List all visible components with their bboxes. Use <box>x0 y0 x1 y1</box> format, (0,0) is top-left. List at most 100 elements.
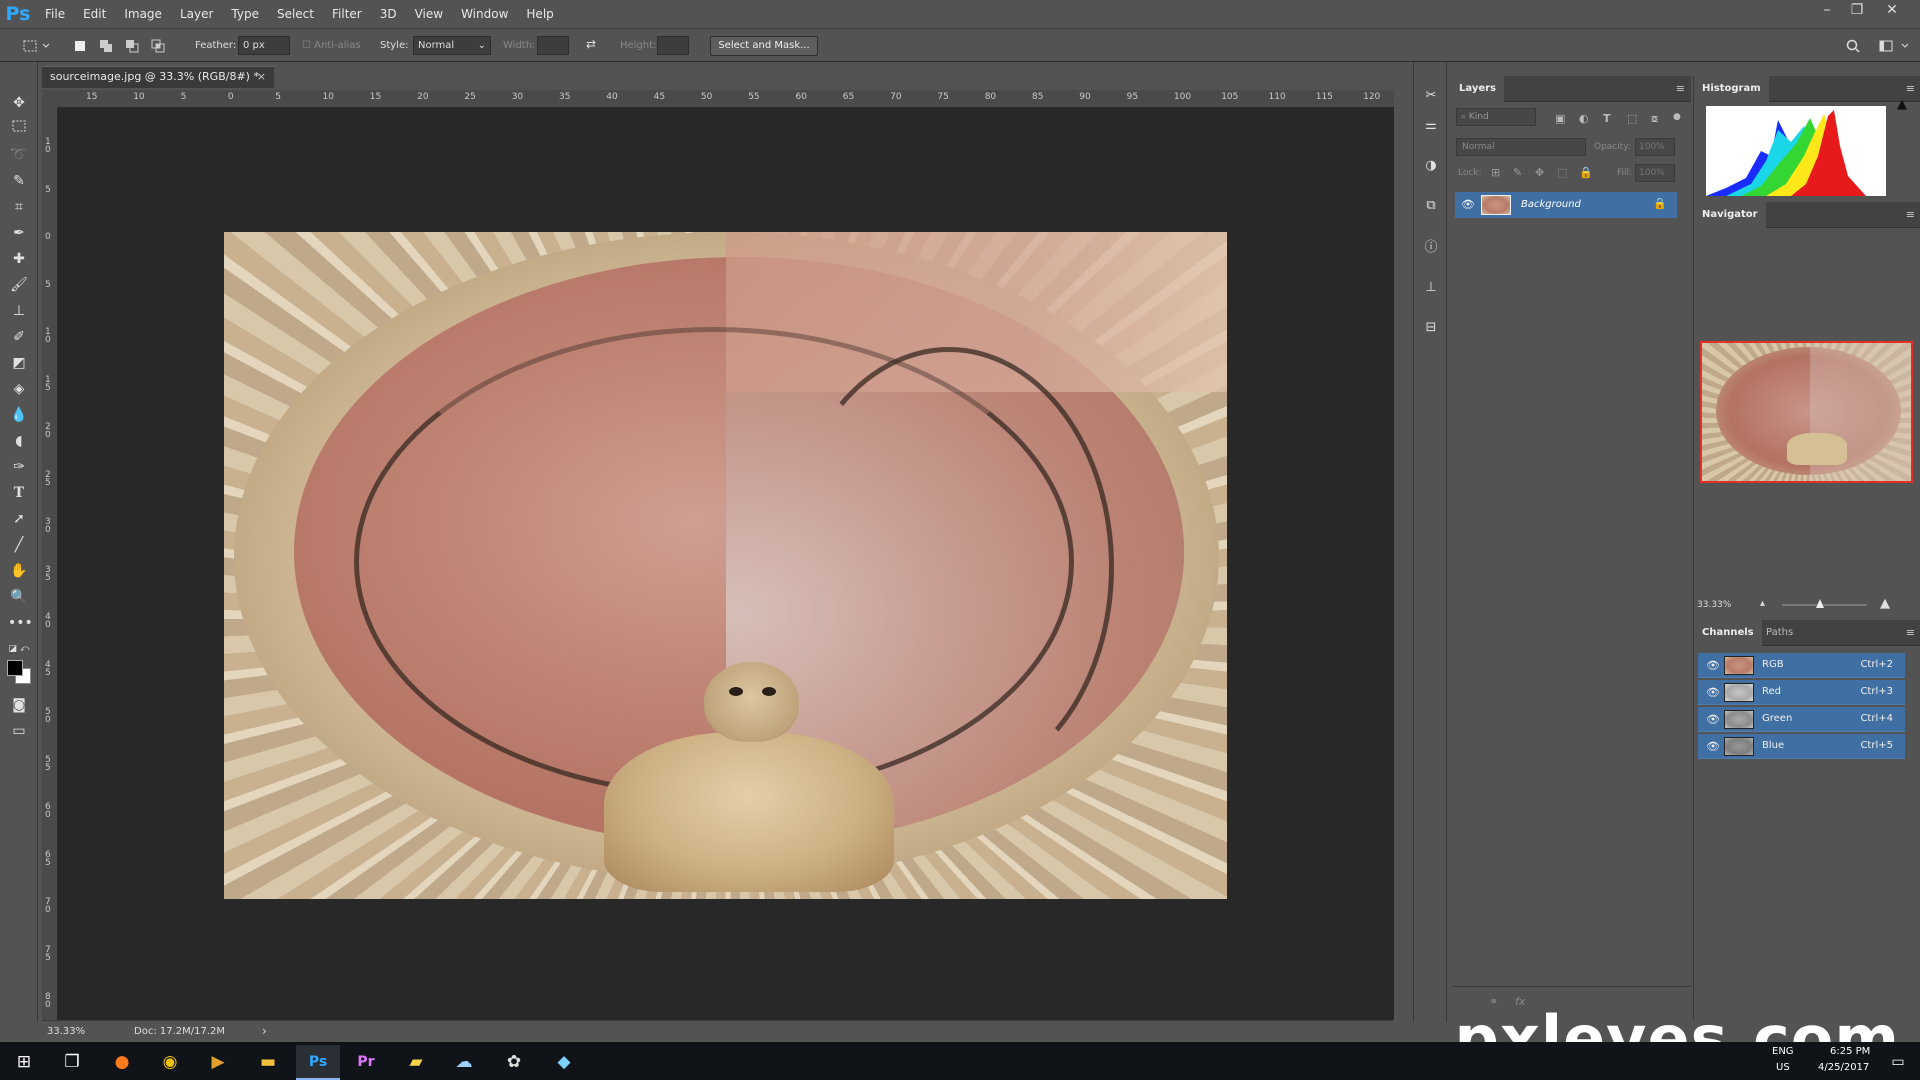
tab-layers[interactable]: Layers <box>1451 76 1504 102</box>
search-icon[interactable] <box>1845 38 1861 54</box>
filter-kind-select[interactable]: ⌕ Kind <box>1456 108 1536 126</box>
styles-icon[interactable]: ⧉ <box>1421 196 1441 216</box>
tool-presets-icon[interactable]: ✂ <box>1421 86 1441 106</box>
clone-source-icon[interactable]: ⊥ <box>1421 278 1441 298</box>
filter-pixel-icon[interactable]: ▣ <box>1555 112 1565 125</box>
visibility-eye-icon[interactable]: 👁 <box>1706 740 1720 753</box>
select-and-mask-button[interactable]: Select and Mask... <box>710 36 818 56</box>
more-tools-icon[interactable]: ••• <box>8 612 33 634</box>
add-selection-icon[interactable] <box>98 38 114 54</box>
style-select[interactable]: Normal ⌄ <box>413 36 491 55</box>
panel-menu-icon[interactable]: ≡ <box>1676 82 1685 95</box>
input-language[interactable]: ENG <box>1772 1046 1794 1057</box>
zoom-tool-icon[interactable]: 🔍 <box>8 586 30 608</box>
zoom-out-icon[interactable]: ▴ <box>1760 598 1765 609</box>
filter-adjustment-icon[interactable]: ◐ <box>1579 112 1589 125</box>
document-image[interactable] <box>224 232 1227 899</box>
panel-menu-icon[interactable]: ≡ <box>1906 626 1915 639</box>
eyedropper-tool-icon[interactable]: ✒ <box>8 222 30 244</box>
menu-window[interactable]: Window <box>452 0 517 28</box>
vertical-ruler[interactable]: 1 0 5 0 5 1 0 1 5 2 0 2 5 3 0 3 5 4 0 4 5 5 0 5 5 6 0 6… <box>42 108 58 1020</box>
clone-stamp-tool-icon[interactable]: ⊥ <box>8 300 30 322</box>
firefox-icon[interactable]: ● <box>104 1047 140 1077</box>
zoom-in-icon[interactable]: ▲ <box>1880 596 1890 611</box>
navigator-preview[interactable] <box>1700 341 1913 483</box>
photoshop-taskbar-icon[interactable]: Ps <box>300 1047 336 1077</box>
line-tool-icon[interactable]: ╱ <box>8 534 30 556</box>
menu-select[interactable]: Select <box>268 0 323 28</box>
tab-channels[interactable]: Channels <box>1694 620 1762 646</box>
eraser-tool-icon[interactable]: ◩ <box>8 352 30 374</box>
channel-row-red[interactable]: 👁 Red Ctrl+3 <box>1698 680 1905 705</box>
ruler-origin[interactable] <box>42 90 58 108</box>
channel-row-rgb[interactable]: 👁 RGB Ctrl+2 <box>1698 653 1905 678</box>
filter-toggle-icon[interactable]: ● <box>1673 112 1681 122</box>
menu-image[interactable]: Image <box>115 0 171 28</box>
navigator-zoom-value[interactable]: 33.33% <box>1697 600 1731 610</box>
chrome-icon[interactable]: ◉ <box>152 1047 188 1077</box>
fill-input[interactable]: 100% <box>1635 164 1675 182</box>
sticky-notes-icon[interactable]: ▰ <box>398 1047 434 1077</box>
pen-tool-icon[interactable]: ✑ <box>8 456 30 478</box>
menu-3d[interactable]: 3D <box>371 0 406 28</box>
document-tab[interactable]: sourceimage.jpg @ 33.3% (RGB/8#) * × <box>42 66 274 88</box>
tab-navigator[interactable]: Navigator <box>1694 202 1766 228</box>
clock-time[interactable]: 6:25 PM <box>1830 1046 1870 1057</box>
opacity-input[interactable]: 100% <box>1635 138 1675 156</box>
clock-date[interactable]: 4/25/2017 <box>1818 1062 1869 1073</box>
intersect-selection-icon[interactable] <box>150 38 166 54</box>
menu-help[interactable]: Help <box>517 0 562 28</box>
quick-mask-icon[interactable]: ◙ <box>8 694 30 716</box>
status-menu-arrow[interactable]: › <box>262 1024 267 1038</box>
file-explorer-icon[interactable]: ▬ <box>250 1047 286 1077</box>
adjustments-icon[interactable]: ⚌ <box>1421 116 1441 136</box>
panel-menu-icon[interactable]: ≡ <box>1906 208 1915 221</box>
filter-smart-object-icon[interactable]: ⧇ <box>1651 112 1658 126</box>
channel-row-blue[interactable]: 👁 Blue Ctrl+5 <box>1698 734 1905 759</box>
path-select-tool-icon[interactable]: ➚ <box>8 508 30 530</box>
tab-histogram[interactable]: Histogram <box>1694 76 1769 102</box>
histogram-warning-icon[interactable]: ▲ <box>1897 97 1907 112</box>
color-icon[interactable]: ◑ <box>1421 156 1441 176</box>
marquee-tool-icon[interactable] <box>8 118 30 140</box>
task-view-icon[interactable]: ❐ <box>54 1047 90 1077</box>
type-tool-icon[interactable]: T <box>8 482 30 504</box>
chevron-down-icon[interactable] <box>42 38 50 54</box>
horizontal-ruler[interactable]: 15 10 5 0 5 10 15 20 25 30 35 40 45 50 55 60 65 70 75 80 85 9… <box>58 90 1394 108</box>
crop-tool-icon[interactable]: ⌗ <box>8 196 30 218</box>
menu-file[interactable]: File <box>36 0 74 28</box>
properties-icon[interactable]: ⊟ <box>1421 318 1441 338</box>
lock-pixels-icon[interactable]: ✎ <box>1513 166 1522 179</box>
foreground-color-swatch[interactable] <box>7 660 23 676</box>
restore-button[interactable]: ❐ <box>1842 0 1872 22</box>
chevron-down-icon[interactable] <box>1900 38 1910 54</box>
layer-name[interactable]: Background <box>1521 199 1581 210</box>
cloud-icon[interactable]: ☁ <box>446 1047 482 1077</box>
close-icon[interactable]: × <box>257 67 266 87</box>
width-input[interactable] <box>537 36 569 55</box>
menu-edit[interactable]: Edit <box>74 0 115 28</box>
channel-row-green[interactable]: 👁 Green Ctrl+4 <box>1698 707 1905 732</box>
menu-view[interactable]: View <box>406 0 452 28</box>
blur-tool-icon[interactable]: 💧 <box>8 404 30 426</box>
menu-filter[interactable]: Filter <box>323 0 371 28</box>
screen-mode-icon[interactable]: ▭ <box>8 720 30 742</box>
close-button[interactable]: ✕ <box>1877 0 1907 22</box>
visibility-eye-icon[interactable]: 👁 <box>1706 659 1720 672</box>
minimize-button[interactable]: – <box>1812 0 1842 22</box>
antialias-checkbox[interactable]: ☐ Anti-alias <box>302 40 361 51</box>
media-player-icon[interactable]: ▶ <box>200 1047 236 1077</box>
healing-brush-tool-icon[interactable]: ✚ <box>8 248 30 270</box>
lock-transparent-icon[interactable]: ⊞ <box>1491 166 1500 179</box>
brush-tool-icon[interactable]: 🖌 <box>8 274 30 296</box>
history-brush-tool-icon[interactable]: ✐ <box>8 326 30 348</box>
subtract-selection-icon[interactable] <box>124 38 140 54</box>
visibility-eye-icon[interactable]: 👁 <box>1706 686 1720 699</box>
rect-marquee-icon[interactable] <box>22 38 38 54</box>
menu-type[interactable]: Type <box>222 0 268 28</box>
hand-tool-icon[interactable]: ✋ <box>8 560 30 582</box>
menu-layer[interactable]: Layer <box>171 0 222 28</box>
default-colors-icon[interactable]: ◪ ⤺ <box>8 638 30 660</box>
lock-all-icon[interactable]: 🔒 <box>1579 166 1593 179</box>
layer-row-background[interactable]: 👁 Background 🔒 <box>1455 192 1677 218</box>
